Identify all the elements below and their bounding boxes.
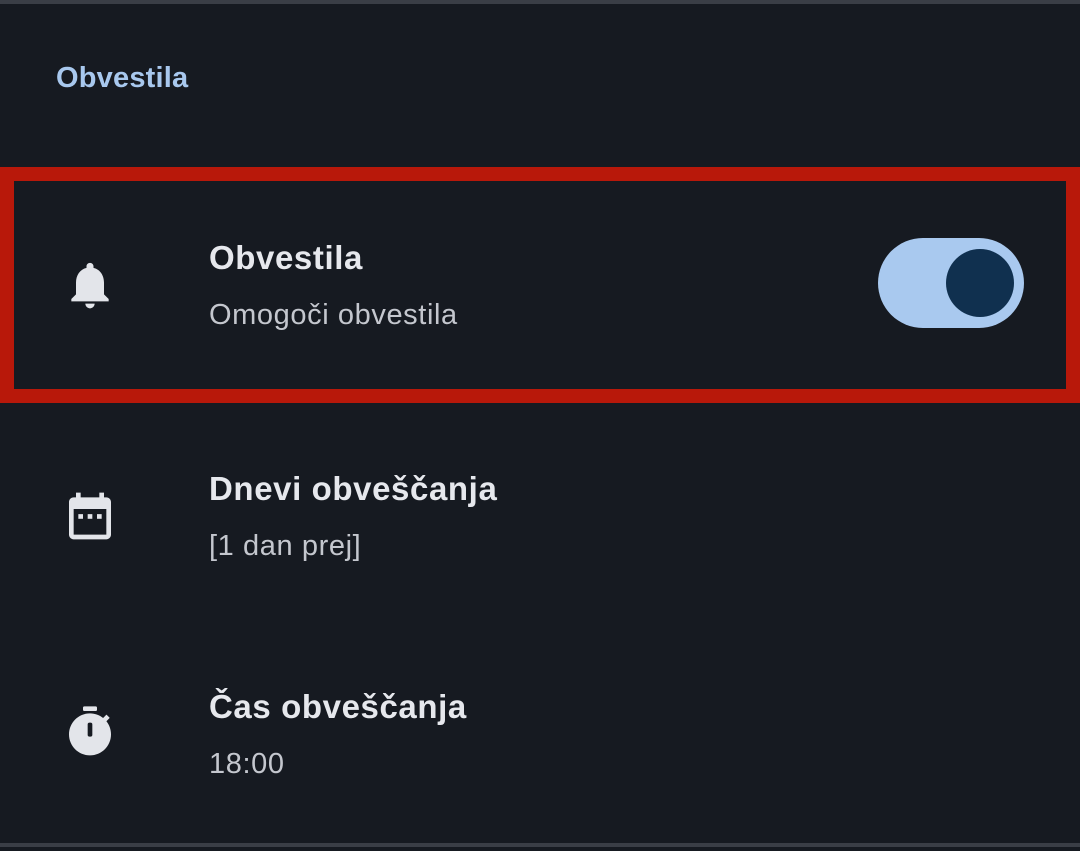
calendar-icon [62,488,118,544]
top-divider [0,0,1080,4]
notification-days-title: Dnevi obveščanja [209,470,498,507]
notification-settings-screen: Obvestila Obvestila Omogoči obvestila Dn… [0,0,1080,851]
bottom-divider [0,843,1080,847]
notification-time-title: Čas obveščanja [209,688,467,725]
bell-icon [62,257,118,313]
notification-time-row[interactable]: Čas obveščanja 18:00 [0,630,1080,838]
timer-icon [62,704,118,760]
notification-time-value: 18:00 [209,748,285,780]
section-header: Obvestila [56,62,189,94]
switch-thumb [946,249,1014,317]
notifications-subtitle: Omogoči obvestila [209,299,458,331]
notifications-switch[interactable] [878,238,1024,328]
notifications-title: Obvestila [209,239,363,276]
notification-days-row[interactable]: Dnevi obveščanja [1 dan prej] [0,412,1080,620]
notification-days-value: [1 dan prej] [209,530,362,562]
